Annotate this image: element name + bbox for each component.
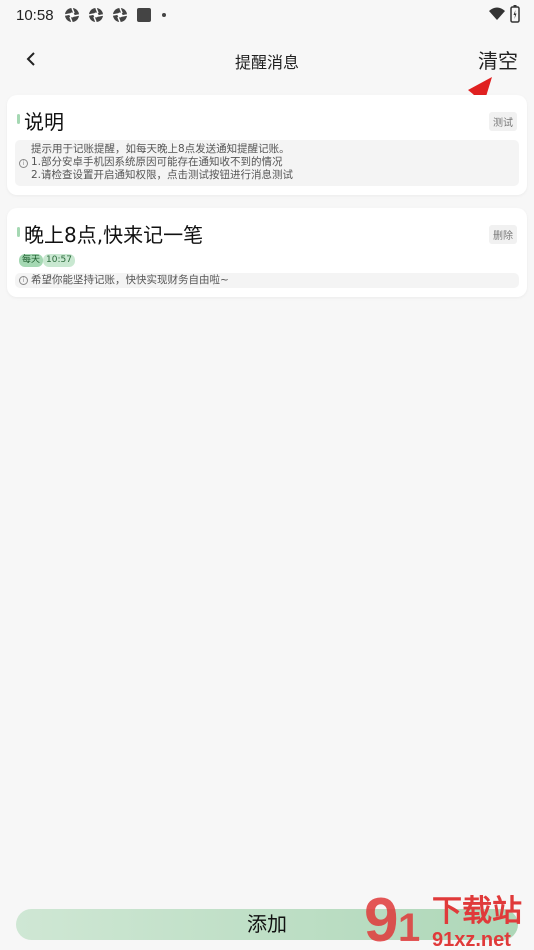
status-right-icons	[488, 5, 520, 23]
status-icons	[64, 7, 168, 23]
delete-button[interactable]: 删除	[489, 225, 517, 244]
info-icon: i	[19, 276, 28, 285]
aperture-icon	[64, 7, 79, 23]
time-tag: 10:57	[43, 254, 75, 267]
square-icon	[136, 8, 151, 22]
watermark-text-bottom: 91xz.net	[432, 929, 511, 950]
status-time: 10:58	[16, 6, 54, 24]
repeat-tag: 每天	[19, 254, 44, 267]
card-title: 说明	[24, 110, 64, 134]
info-line: 1.部分安卓手机因系统原因可能存在通知收不到的情况	[31, 156, 283, 168]
page-title: 提醒消息	[234, 53, 299, 72]
reminder-card[interactable]: 晚上8点,快来记一笔 删除 每天 10:57 i 希望你能坚持记账，快快实现财务…	[7, 208, 527, 297]
aperture-icon	[112, 7, 127, 23]
info-card: 说明 测试 i 提示用于记账提醒，如每天晚上8点发送通知提醒记账。 1.部分安卓…	[7, 95, 527, 195]
info-line: 2.请检查设置开启通知权限，点击测试按钮进行消息测试	[31, 169, 294, 181]
card-title: 晚上8点,快来记一笔	[24, 223, 204, 247]
title-accent-bar	[17, 114, 20, 124]
aperture-icon	[88, 7, 103, 23]
battery-icon	[510, 5, 520, 23]
info-box: i 提示用于记账提醒，如每天晚上8点发送通知提醒记账。 1.部分安卓手机因系统原…	[15, 140, 519, 186]
info-line: 提示用于记账提醒，如每天晚上8点发送通知提醒记账。	[31, 143, 290, 155]
test-button[interactable]: 测试	[489, 112, 517, 131]
watermark-text-top: 下载站	[432, 894, 522, 929]
dot-icon	[161, 13, 166, 17]
info-lines: 提示用于记账提醒，如每天晚上8点发送通知提醒记账。 1.部分安卓手机因系统原因可…	[31, 143, 293, 182]
svg-text:9: 9	[364, 886, 398, 950]
info-line: 希望你能坚持记账，快快实现财务自由啦~	[31, 274, 229, 286]
title-accent-bar	[17, 227, 20, 237]
svg-text:1: 1	[398, 906, 420, 950]
info-icon: i	[19, 159, 28, 168]
site-watermark-logo: 9 1 下载站 91xz.net	[364, 886, 522, 950]
clear-button[interactable]: 清空	[478, 45, 518, 74]
wifi-icon	[489, 7, 505, 20]
info-lines: 希望你能坚持记账，快快实现财务自由啦~	[31, 274, 229, 287]
status-bar: 10:58	[0, 0, 534, 30]
info-box: i 希望你能坚持记账，快快实现财务自由啦~	[15, 273, 519, 288]
app-bar: 提醒消息 清空	[0, 36, 534, 82]
